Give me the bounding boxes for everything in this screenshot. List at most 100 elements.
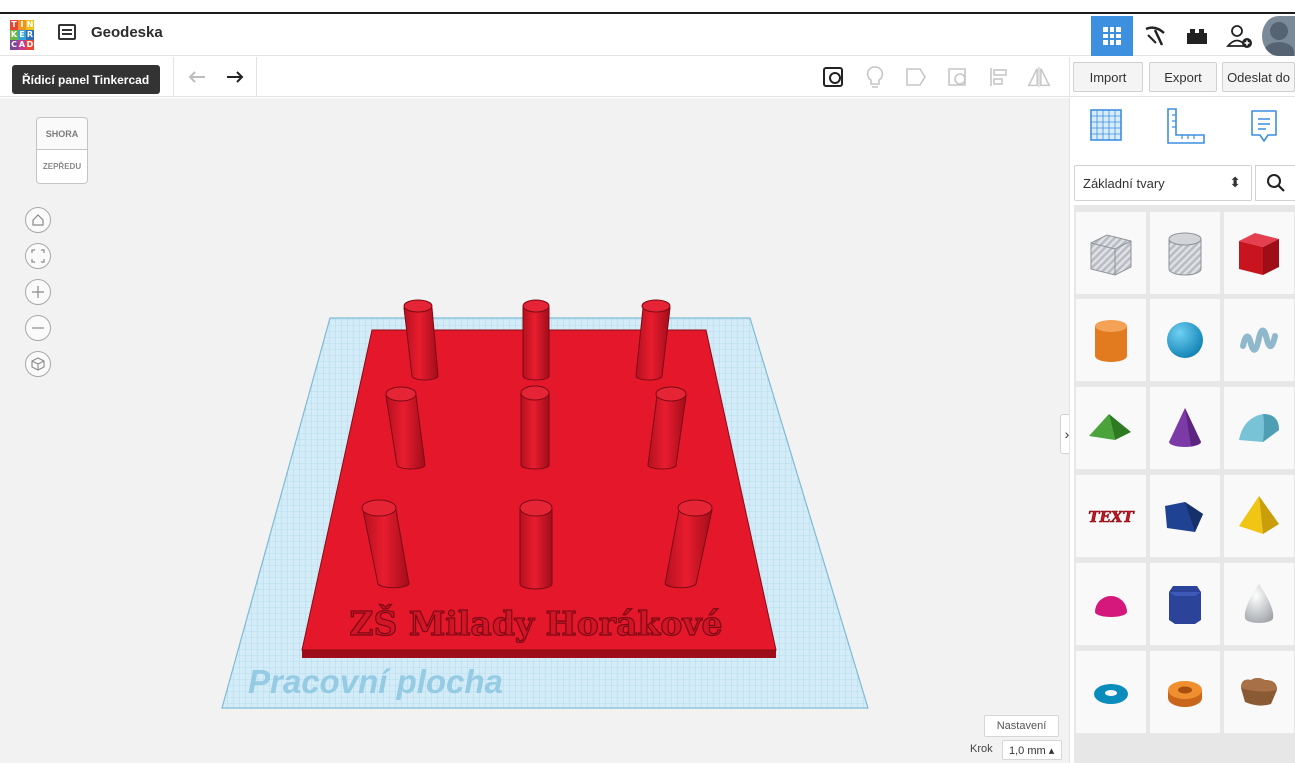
- shape-cylinder[interactable]: [1076, 299, 1146, 381]
- undo-button[interactable]: [184, 64, 210, 90]
- view-cube[interactable]: SHORA ZEPŘEDU: [36, 117, 88, 189]
- perspective-button[interactable]: [25, 351, 51, 377]
- shape-cone[interactable]: [1150, 387, 1220, 469]
- step-select[interactable]: 1,0 mm ▴: [1002, 740, 1062, 760]
- scene: ZŠ Milady Horákové Pracovní plocha: [221, 299, 869, 709]
- wedge-icon: [1165, 502, 1203, 532]
- export-button[interactable]: Export: [1149, 62, 1217, 92]
- codeblocks-button[interactable]: [1134, 16, 1176, 56]
- ruler-icon: [1167, 108, 1205, 144]
- tube-icon: [1168, 681, 1202, 707]
- group-icon: [906, 68, 926, 86]
- shape-round-roof[interactable]: [1224, 387, 1294, 469]
- search-icon: [1266, 174, 1285, 192]
- ungroup-button[interactable]: [945, 64, 971, 90]
- shape-search-button[interactable]: [1255, 165, 1295, 201]
- logo-letter: I: [18, 20, 26, 30]
- notes-button[interactable]: [820, 64, 846, 90]
- minus-icon: [32, 327, 44, 329]
- zoom-out-button[interactable]: [25, 315, 51, 341]
- shape-roof[interactable]: [1076, 387, 1146, 469]
- mirror-button[interactable]: [1026, 64, 1052, 90]
- pickaxe-icon: [1145, 26, 1165, 46]
- fit-view-button[interactable]: [25, 243, 51, 269]
- view-cube-front[interactable]: ZEPŘEDU: [36, 150, 88, 184]
- shape-box[interactable]: [1224, 212, 1294, 294]
- add-user-button[interactable]: [1219, 16, 1261, 56]
- design-title[interactable]: Geodeska: [91, 24, 163, 41]
- brick-icon: [1187, 29, 1207, 44]
- note-icon: [1251, 110, 1277, 142]
- design-list-icon[interactable]: [58, 24, 76, 40]
- bricks-button[interactable]: [1176, 16, 1218, 56]
- shape-scribble[interactable]: [1224, 299, 1294, 381]
- heart-icon: [1241, 678, 1277, 706]
- scribble-icon: [1240, 327, 1278, 353]
- shape-half-sphere[interactable]: [1076, 563, 1146, 645]
- ungroup-icon: [948, 68, 966, 86]
- select-arrows-icon: ⬍: [1229, 174, 1241, 190]
- pyramid-icon: [1239, 496, 1279, 534]
- peg[interactable]: [522, 299, 550, 381]
- show-all-button[interactable]: [862, 64, 888, 90]
- polygon-icon: [1169, 586, 1201, 624]
- settings-button[interactable]: Nastavení: [984, 715, 1059, 737]
- note-icon: [823, 67, 843, 87]
- logo-letter: N: [26, 20, 34, 30]
- align-button[interactable]: [986, 64, 1012, 90]
- zoom-in-button[interactable]: [25, 279, 51, 305]
- toolbar-divider: [173, 57, 174, 97]
- tinkercad-logo[interactable]: T I N K E R C A D: [10, 20, 34, 50]
- shape-heart[interactable]: [1224, 651, 1294, 733]
- lightbulb-icon: [866, 66, 884, 88]
- view-cube-top[interactable]: SHORA: [36, 117, 88, 150]
- notes-tool-button[interactable]: [1248, 107, 1280, 152]
- home-view-button[interactable]: [25, 207, 51, 233]
- peg[interactable]: [519, 499, 553, 590]
- 3d-view-button[interactable]: [1091, 16, 1133, 56]
- box-hole-icon: [1090, 234, 1132, 276]
- ruler-tool-button[interactable]: [1164, 107, 1206, 152]
- fit-icon: [31, 249, 45, 263]
- shape-category-label: Základní tvary: [1083, 175, 1165, 191]
- shapes-grid: TEXT: [1074, 205, 1295, 763]
- logo-letter: E: [18, 30, 26, 40]
- send-to-button[interactable]: Odeslat do: [1222, 62, 1295, 92]
- undo-icon: [188, 71, 205, 83]
- engraved-text[interactable]: ZŠ Milady Horákové: [349, 602, 723, 643]
- cylinder-hole-icon: [1168, 232, 1202, 276]
- group-button[interactable]: [903, 64, 929, 90]
- 3d-viewport[interactable]: ZŠ Milady Horákové Pracovní plocha: [0, 98, 1069, 763]
- mirror-icon: [1027, 66, 1051, 88]
- roof-icon: [1089, 414, 1131, 440]
- torus-icon: [1094, 684, 1128, 704]
- redo-button[interactable]: [222, 64, 248, 90]
- user-avatar[interactable]: [1262, 16, 1295, 56]
- cube-icon: [31, 357, 45, 371]
- shape-sphere[interactable]: [1150, 299, 1220, 381]
- svg-text:TEXT: TEXT: [1088, 508, 1135, 526]
- home-icon: [32, 214, 44, 226]
- logo-letter: K: [10, 30, 18, 40]
- shape-half-cylinder[interactable]: [1150, 475, 1220, 557]
- shape-cylinder-hole[interactable]: [1150, 212, 1220, 294]
- shape-category-select[interactable]: Základní tvary ⬍: [1074, 165, 1252, 201]
- paraboloid-icon: [1244, 584, 1274, 623]
- redo-icon: [227, 71, 244, 83]
- shape-polygon[interactable]: [1150, 563, 1220, 645]
- cylinder-icon: [1095, 320, 1127, 362]
- shape-tube[interactable]: [1150, 651, 1220, 733]
- shape-pyramid[interactable]: [1224, 475, 1294, 557]
- import-button[interactable]: Import: [1073, 62, 1143, 92]
- peg[interactable]: [520, 385, 550, 470]
- grid-icon: [1103, 27, 1121, 45]
- workplane-label: Pracovní plocha: [248, 663, 503, 700]
- shape-box-hole[interactable]: [1076, 212, 1146, 294]
- shape-text[interactable]: TEXT: [1076, 475, 1146, 557]
- shape-paraboloid[interactable]: [1224, 563, 1294, 645]
- tinkercad-editor: T I N K E R C A D Geodeska Řídicí panel …: [0, 0, 1295, 763]
- workplane-tool-button[interactable]: [1088, 107, 1124, 148]
- logo-letter: R: [26, 30, 34, 40]
- shape-torus[interactable]: [1076, 651, 1146, 733]
- sphere-icon: [1167, 322, 1203, 358]
